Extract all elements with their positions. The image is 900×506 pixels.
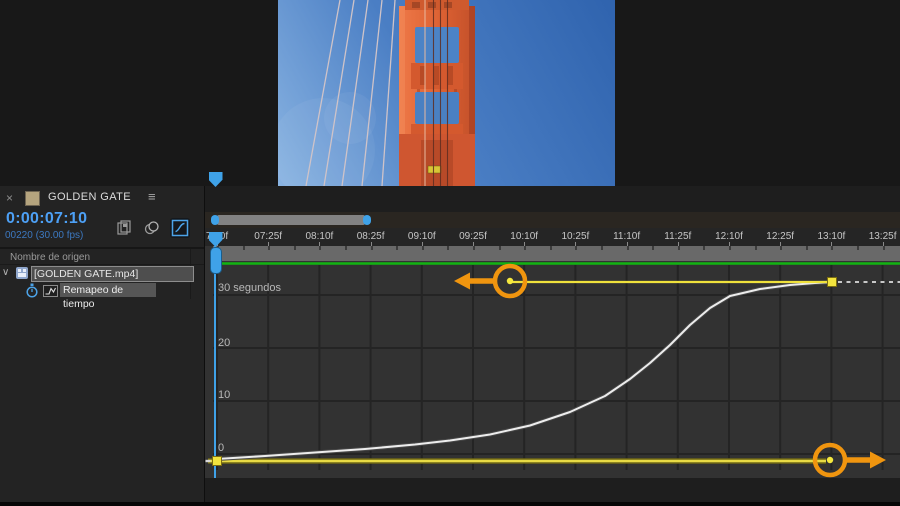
divider: [0, 247, 204, 249]
comp-mini-flowchart-icon[interactable]: [114, 218, 134, 238]
ruler-tick-label: 12:10f: [715, 231, 743, 242]
work-area-strip[interactable]: [205, 212, 900, 228]
after-effects-window: × GOLDEN GATE ≡ 0:00:07:10 00220 (30.00 …: [0, 0, 900, 506]
layer-row[interactable]: ∨ [GOLDEN GATE.mp4]: [0, 265, 204, 282]
composition-viewer: [0, 0, 900, 186]
ruler-tick-label: 09:10f: [407, 231, 436, 242]
ruler-tick-label: 11:25f: [664, 231, 692, 242]
video-preview: [278, 0, 615, 186]
ruler-tick-label: 09:25f: [459, 231, 487, 242]
property-row[interactable]: Remapeo de tiempo: [0, 282, 204, 310]
graph-editor[interactable]: 30 segundos 20 10 0: [205, 246, 900, 478]
work-area-end-handle[interactable]: [363, 215, 371, 225]
ruler-tick-label: 08:10f: [305, 231, 334, 242]
playhead-line[interactable]: [214, 246, 216, 478]
graph-value-label: 30 segundos: [218, 282, 281, 294]
ruler-tick-label: 10:10f: [510, 231, 539, 242]
graph-value-label: 10: [218, 389, 231, 401]
current-timecode[interactable]: 0:00:07:10: [6, 210, 87, 228]
ruler-tick-label: 13:10f: [817, 231, 846, 242]
graph-editor-canvas[interactable]: [205, 246, 900, 478]
work-area-bar[interactable]: [217, 215, 365, 225]
comp-tab-title[interactable]: GOLDEN GATE: [48, 191, 131, 203]
keyframe[interactable]: [827, 277, 837, 287]
frame-info: 00220 (30.00 fps): [5, 230, 84, 241]
time-ruler[interactable]: 7:10f07:25f08:10f08:25f09:10f09:25f10:10…: [205, 228, 900, 247]
window-bottom-edge: [0, 502, 900, 506]
value-graph-icon: [43, 284, 58, 302]
proxy-toggle-icon[interactable]: [142, 218, 162, 238]
column-header-source-name[interactable]: Nombre de origen: [10, 252, 90, 263]
ruler-tick-label: 13:25f: [868, 231, 897, 242]
stopwatch-icon[interactable]: [25, 283, 39, 303]
layer-name[interactable]: [GOLDEN GATE.mp4]: [31, 266, 194, 282]
ruler-tick-label: 12:25f: [766, 231, 795, 242]
comp-color-swatch: [25, 191, 40, 206]
chevron-down-icon[interactable]: ∨: [2, 267, 9, 278]
ruler-tick-label: 10:25f: [561, 231, 590, 242]
close-icon[interactable]: ×: [6, 191, 13, 205]
ruler-tick-label: 08:25f: [356, 231, 385, 242]
ruler-tick-label: 07:25f: [254, 231, 283, 242]
timeline-left-panel: × GOLDEN GATE ≡ 0:00:07:10 00220 (30.00 …: [0, 186, 205, 502]
graph-value-label: 0: [218, 442, 225, 454]
panel-tab[interactable]: × GOLDEN GATE ≡: [0, 186, 204, 210]
work-area-start-handle[interactable]: [211, 215, 219, 225]
playhead-handle[interactable]: [209, 247, 222, 274]
ruler-tick-label: 11:10f: [613, 231, 641, 242]
timeline-right-panel: 7:10f07:25f08:10f08:25f09:10f09:25f10:10…: [205, 172, 900, 502]
property-name[interactable]: Remapeo de tiempo: [60, 283, 156, 310]
in-point-tick: [205, 459, 211, 463]
panel-menu-icon[interactable]: ≡: [148, 189, 156, 204]
keyframe[interactable]: [212, 456, 222, 466]
graph-editor-toggle-icon[interactable]: [170, 218, 190, 238]
graph-value-label: 20: [218, 337, 231, 349]
